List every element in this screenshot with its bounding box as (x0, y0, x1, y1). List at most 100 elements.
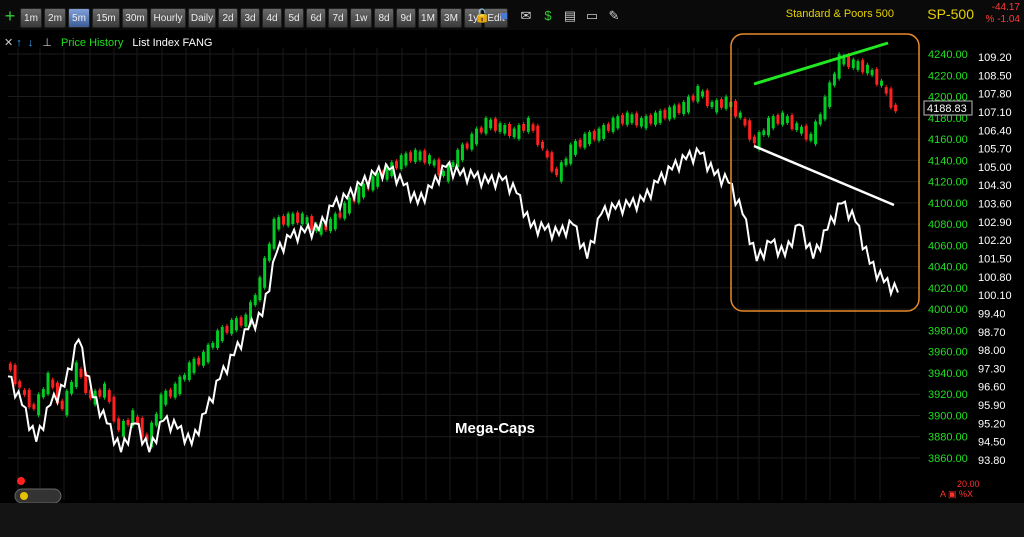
lock-icon[interactable]: 🔓 (474, 8, 490, 24)
price-candle (121, 420, 125, 437)
note-icon[interactable]: ▭ (584, 8, 600, 24)
price-candle (517, 125, 521, 139)
price-candle (399, 155, 403, 170)
price-candle (767, 117, 771, 136)
price-candle (639, 117, 643, 127)
price-candle (65, 390, 69, 416)
period-button-6d[interactable]: 6d (306, 8, 326, 28)
save-icon[interactable]: ■ (496, 8, 512, 24)
period-button-4d[interactable]: 4d (262, 8, 282, 28)
price-candle (597, 128, 601, 141)
price-candle (310, 216, 314, 231)
price-candle (526, 117, 530, 132)
price-candle (432, 160, 436, 166)
period-button-9d[interactable]: 9d (396, 8, 416, 28)
y-right-tick-label: 105.00 (978, 162, 1012, 174)
y-right-tick-label: 97.30 (978, 363, 1006, 375)
period-button-2d[interactable]: 2d (218, 8, 238, 28)
price-candle (135, 416, 139, 424)
period-button-15m[interactable]: 15m (92, 8, 120, 28)
price-candle (154, 413, 158, 426)
price-candle (865, 64, 869, 74)
period-button-1w[interactable]: 1w (350, 8, 372, 28)
price-candle (781, 112, 785, 125)
dollar-icon[interactable]: $ (540, 8, 556, 24)
price-candle (682, 101, 686, 115)
price-candle (616, 116, 620, 129)
price-candle (201, 351, 205, 366)
y-right-tick-label: 102.90 (978, 217, 1012, 229)
period-button-3d[interactable]: 3d (240, 8, 260, 28)
price-candle (244, 314, 248, 327)
legend-price-history[interactable]: Price History (61, 37, 123, 49)
period-button-5m[interactable]: 5m (68, 8, 90, 28)
price-candle (423, 150, 427, 163)
price-candle (748, 120, 752, 140)
price-candle (804, 125, 808, 140)
price-candle (437, 159, 441, 176)
y-left-tick-label: 4120.00 (928, 177, 968, 189)
period-button-1m[interactable]: 1M (418, 8, 438, 28)
price-candle (889, 88, 893, 108)
price-candle (60, 400, 64, 409)
price-candle (465, 143, 469, 149)
y-right-tick-label: 95.90 (978, 400, 1006, 412)
price-candle (192, 358, 196, 373)
price-candle (394, 161, 398, 168)
price-candle (413, 149, 417, 162)
price-candle (41, 389, 45, 398)
price-candle (362, 183, 366, 198)
price-candle (371, 176, 375, 191)
y-right-tick-label: 107.80 (978, 89, 1012, 101)
price-candle (663, 109, 667, 119)
period-button-2m[interactable]: 2m (44, 8, 66, 28)
y-right-tick-label: 93.80 (978, 455, 1006, 467)
price-candle (884, 87, 888, 94)
price-candle (832, 73, 836, 86)
price-candle (545, 150, 549, 158)
y-left-tick-label: 4040.00 (928, 262, 968, 274)
y-left-tick-label: 4060.00 (928, 240, 968, 252)
time-axis-bar (0, 503, 1024, 537)
period-button-8d[interactable]: 8d (374, 8, 394, 28)
price-candle (531, 124, 535, 131)
price-candle (564, 158, 568, 166)
plus-icon[interactable]: + (2, 7, 18, 25)
price-candle (272, 218, 276, 249)
mail-icon[interactable]: ✉ (518, 8, 534, 24)
period-button-3m[interactable]: 3M (440, 8, 462, 28)
y-left-tick-label: 4100.00 (928, 198, 968, 210)
y-left-tick-label: 3900.00 (928, 410, 968, 422)
price-candle (230, 319, 234, 334)
price-candle (13, 364, 17, 385)
y-left-tick-label: 3920.00 (928, 389, 968, 401)
price-candle (74, 362, 78, 387)
price-candle (752, 136, 756, 144)
price-candle (799, 126, 803, 134)
price-candle (785, 116, 789, 123)
price-candle (343, 202, 347, 219)
period-button-30m[interactable]: 30m (122, 8, 148, 28)
period-button-7d[interactable]: 7d (328, 8, 348, 28)
price-candle (828, 82, 832, 108)
period-button-daily[interactable]: Daily (188, 8, 216, 28)
price-candle (540, 142, 544, 149)
y-right-tick-label: 99.40 (978, 308, 1006, 320)
price-candle (677, 104, 681, 114)
price-candle (79, 368, 83, 378)
print-icon[interactable]: ▤ (562, 8, 578, 24)
period-button-5d[interactable]: 5d (284, 8, 304, 28)
price-candle (559, 162, 563, 182)
price-candle (762, 130, 766, 136)
price-candle (8, 363, 12, 370)
price-candle (37, 394, 41, 416)
period-button-hourly[interactable]: Hourly (150, 8, 186, 28)
pencil-icon[interactable]: ✎ (606, 8, 622, 24)
status-dot (17, 477, 25, 485)
price-candle (418, 151, 422, 161)
symbol-ticker[interactable]: SP-500 (927, 6, 974, 22)
period-button-1m[interactable]: 1m (20, 8, 42, 28)
legend-overlay[interactable]: List Index FANG (132, 37, 212, 49)
price-candle (621, 115, 625, 124)
legend-controls[interactable]: ✕ ↑ ↓ ⊥ (4, 37, 52, 49)
